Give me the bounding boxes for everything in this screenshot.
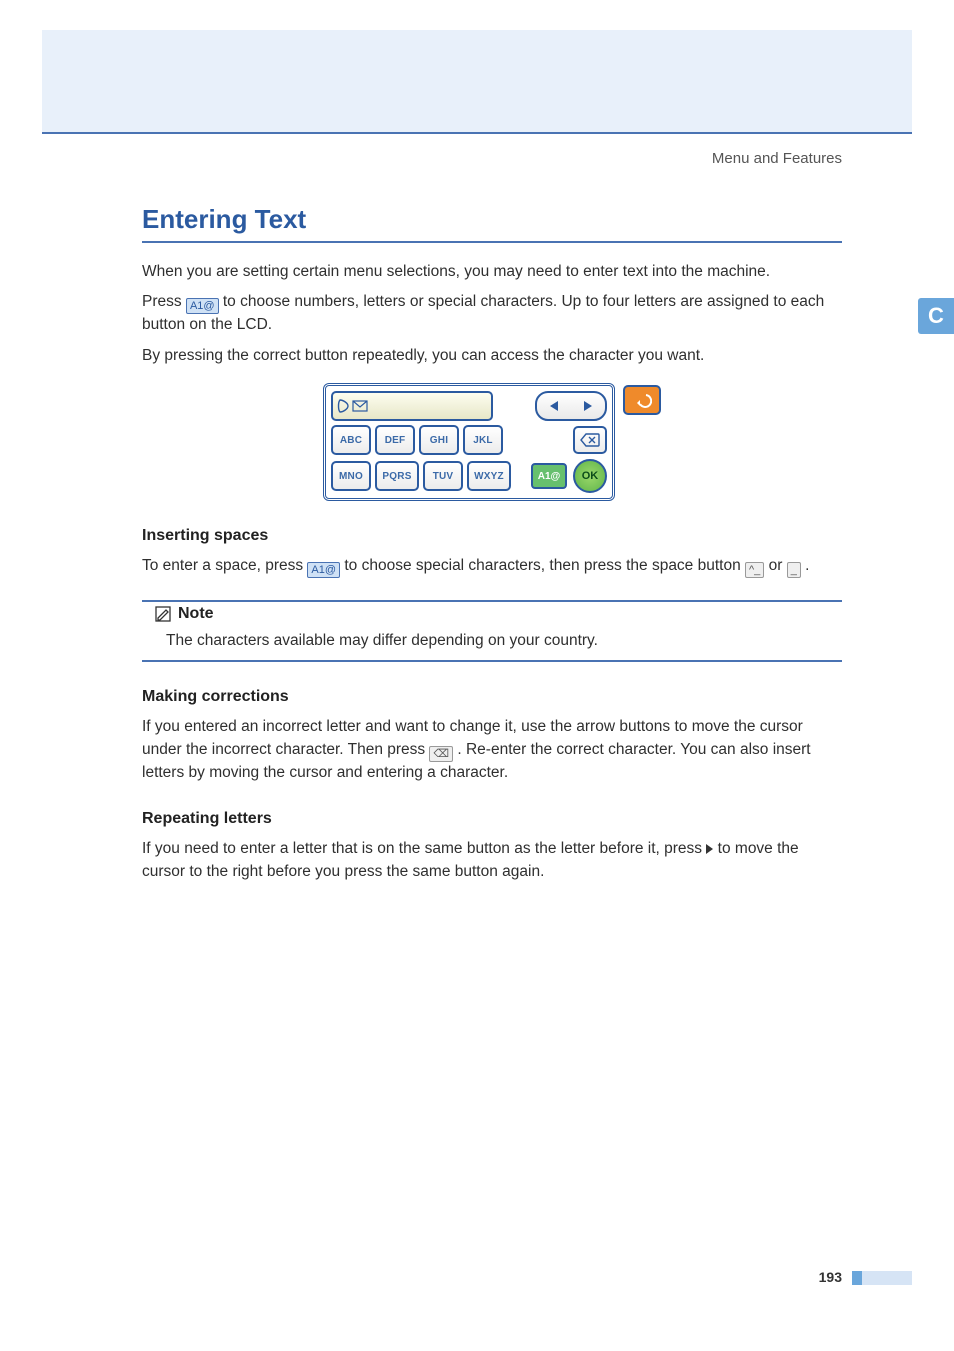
phone-icon [337,399,349,413]
text-fragment: Press [142,293,186,310]
repeating-letters-body: If you need to enter a letter that is on… [142,838,842,883]
section-tab: C [918,298,954,334]
repeating-letters-heading: Repeating letters [142,810,842,828]
space-key-icon-alt: _ [787,562,801,578]
text-fragment: To enter a space, press [142,557,307,574]
note-icon [154,605,172,623]
key-ghi[interactable]: GHI [419,425,459,455]
text-fragment: or [769,557,787,574]
key-mno[interactable]: MNO [331,461,371,491]
page-number-bar [852,1271,912,1285]
mail-icon [352,400,368,412]
content-column: Entering Text When you are setting certa… [142,204,842,891]
making-corrections-heading: Making corrections [142,688,842,706]
arrow-right-icon [584,401,592,411]
key-tuv[interactable]: TUV [423,461,463,491]
note-label: Note [178,605,214,623]
keypad-figure: ABC DEF GHI JKL [323,383,661,501]
breadcrumb: Menu and Features [712,150,842,167]
page-title: Entering Text [142,204,842,235]
return-icon [632,392,652,408]
page: Menu and Features C Entering Text When y… [0,0,954,1351]
key-def[interactable]: DEF [375,425,415,455]
page-number: 193 [819,1269,842,1285]
inserting-spaces-heading: Inserting spaces [142,527,842,545]
key-wxyz[interactable]: WXYZ [467,461,511,491]
arrow-right-icon [706,844,713,854]
mode-toggle-key[interactable]: A1@ [531,463,567,489]
lcd-display [331,391,493,421]
text-fragment: to choose special characters, then press… [344,557,745,574]
text-fragment: If you need to enter a letter that is on… [142,840,706,857]
intro-paragraph-2: Press A1@ to choose numbers, letters or … [142,291,842,336]
key-abc[interactable]: ABC [331,425,371,455]
backspace-key[interactable] [573,426,607,454]
inserting-spaces-body: To enter a space, press A1@ to choose sp… [142,555,842,578]
mode-toggle-icon: A1@ [307,562,340,578]
nav-arrows[interactable] [535,391,607,421]
back-key[interactable] [623,385,661,415]
note-body: The characters available may differ depe… [166,632,842,650]
intro-paragraph-1: When you are setting certain menu select… [142,261,842,283]
mode-toggle-icon: A1@ [186,298,219,314]
text-fragment: to choose numbers, letters or special ch… [142,293,824,333]
ok-key[interactable]: OK [573,459,607,493]
intro-paragraph-3: By pressing the correct button repeatedl… [142,345,842,367]
making-corrections-body: If you entered an incorrect letter and w… [142,716,842,784]
key-jkl[interactable]: JKL [463,425,503,455]
backspace-icon: ⌫ [429,746,453,762]
keypad-side [623,383,661,501]
note-header: Note [154,605,224,623]
keypad-panel: ABC DEF GHI JKL [323,383,615,501]
backspace-icon [580,433,600,447]
key-pqrs[interactable]: PQRS [375,461,419,491]
header-band [42,30,912,134]
space-key-icon: ^_ [745,562,764,578]
text-fragment: . [805,557,809,574]
note-box: Note The characters available may differ… [142,600,842,662]
arrow-left-icon [550,401,558,411]
title-rule [142,241,842,243]
